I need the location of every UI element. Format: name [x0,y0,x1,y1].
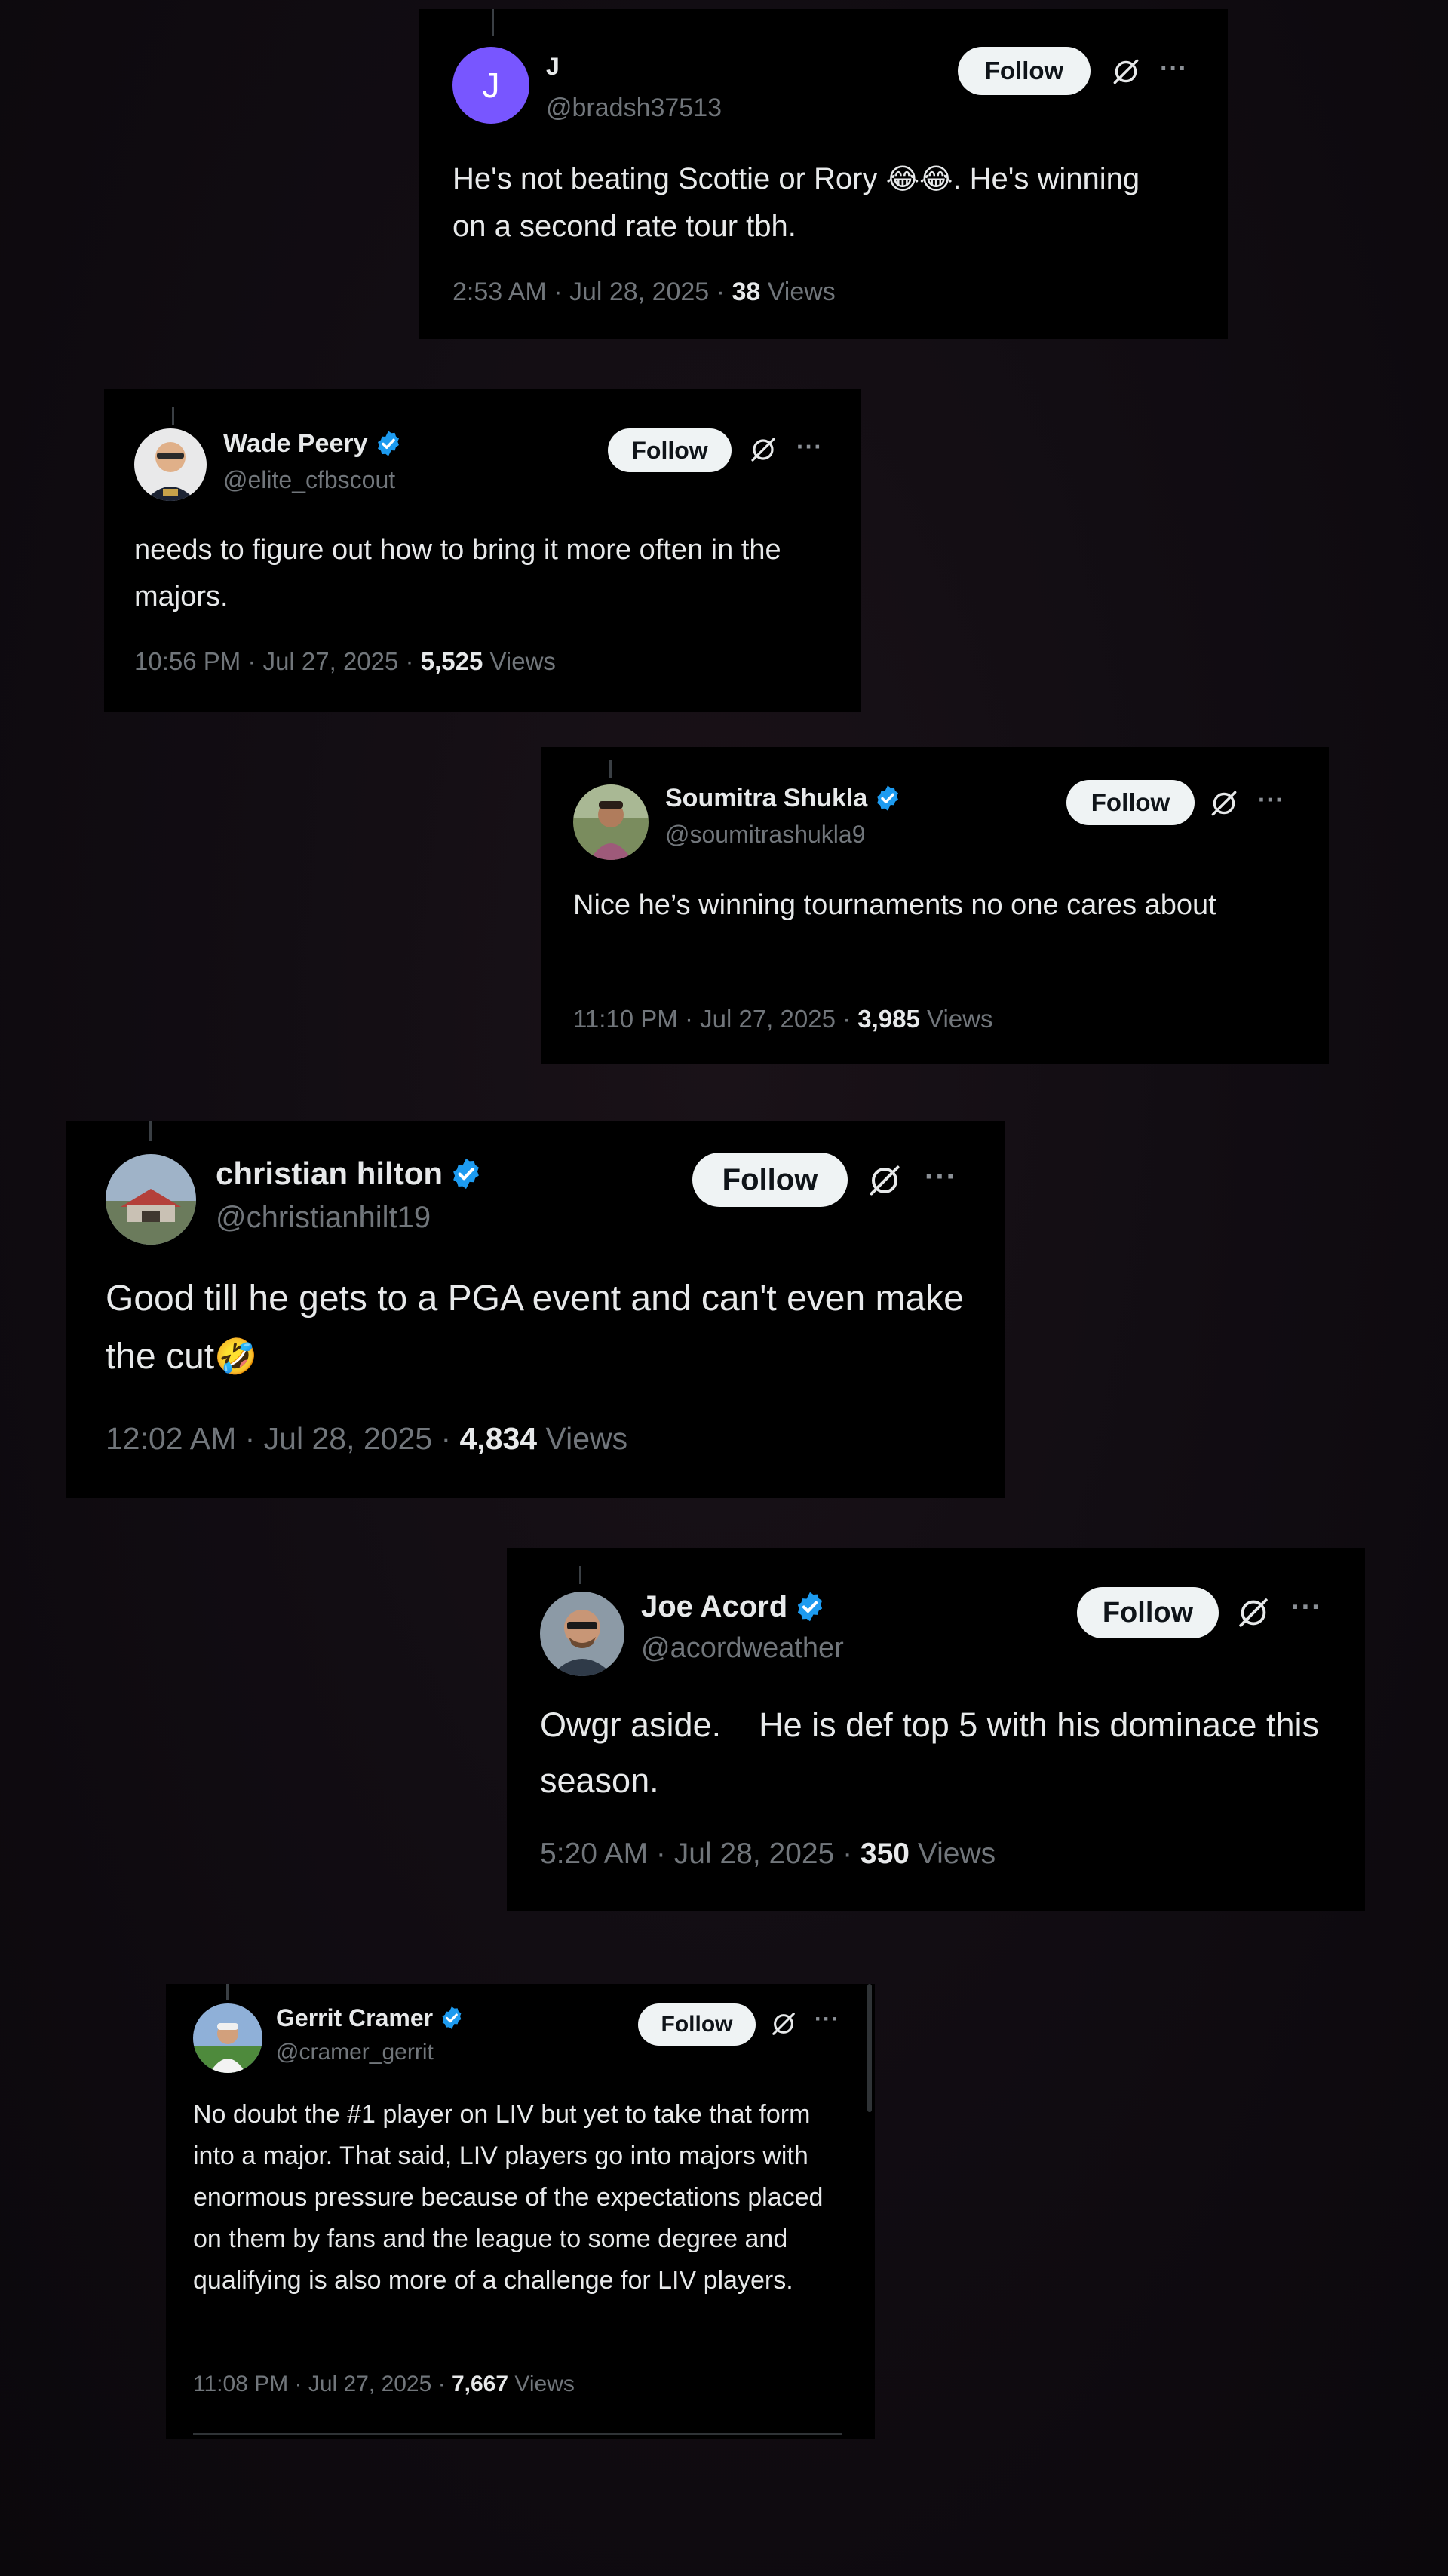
grok-icon[interactable] [866,1162,903,1199]
grok-icon[interactable] [1208,788,1240,819]
views-count: 5,525 [420,647,483,675]
avatar[interactable] [540,1592,624,1676]
verified-badge-icon [793,1590,827,1623]
avatar[interactable] [573,784,649,860]
follow-button[interactable]: Follow [1066,780,1195,825]
scrollbar-thumb[interactable] [867,1984,872,2112]
views-label: Views [483,647,556,675]
follow-button[interactable]: Follow [638,2003,756,2046]
thread-line [172,407,174,425]
author-name-row: Wade Peery [223,428,403,459]
avatar-letter: J [482,66,500,105]
author-handle[interactable]: @elite_cfbscout [223,466,395,494]
avatar[interactable] [193,2003,262,2073]
timestamp[interactable]: 10:56 PM · Jul 27, 2025 · [134,647,421,675]
avatar[interactable] [134,428,207,501]
rofl-emoji: 🤣 [214,1337,258,1376]
tweet-meta: 10:56 PM · Jul 27, 2025 · 5,525 Views [134,647,556,676]
views-label: Views [537,1421,628,1456]
grok-icon[interactable] [769,2010,798,2038]
avatar[interactable]: J [452,47,529,124]
author-handle[interactable]: @soumitrashukla9 [665,821,865,849]
tweet-meta: 2:53 AM · Jul 28, 2025 · 38 Views [452,278,836,307]
tweet-card[interactable]: Gerrit Cramer @cramer_gerrit Follow ··· … [166,1984,875,2439]
views-label: Views [909,1838,996,1870]
tweet-text: He's not beating Scottie or Rory 😂😂. He'… [452,155,1176,250]
verified-badge-icon [873,784,902,812]
author-handle[interactable]: @acordweather [641,1632,844,1665]
tweet-card[interactable]: J J @bradsh37513 Follow ··· He's not bea… [419,9,1228,339]
author-name-row: Soumitra Shukla [665,783,902,813]
grok-icon[interactable] [1110,56,1142,88]
tweet-text: No doubt the #1 player on LIV but yet to… [193,2100,824,2295]
views-count: 3,985 [857,1005,920,1033]
views-label: Views [508,2372,575,2396]
tweet-text: Good till he gets to a PGA event and can… [106,1270,965,1386]
views-label: Views [919,1005,993,1033]
tweet-text: Owgr aside. He is def top 5 with his dom… [540,1706,1329,1800]
timestamp[interactable]: 11:10 PM · Jul 27, 2025 · [573,1005,857,1033]
views-count: 38 [732,278,761,306]
views-count: 4,834 [459,1421,538,1456]
verified-badge-icon [439,2005,465,2031]
author-name[interactable]: Gerrit Cramer [276,2004,433,2032]
author-name-row: J [546,51,560,81]
author-name[interactable]: christian hilton [216,1156,443,1192]
tweet-meta: 11:10 PM · Jul 27, 2025 · 3,985 Views [573,1005,992,1033]
laughing-emoji: 😂😂 [885,164,953,195]
more-options-icon[interactable]: ··· [925,1160,957,1194]
author-name-row: Joe Acord [641,1589,827,1625]
tweet-text: needs to figure out how to bring it more… [134,534,781,613]
tweet-meta: 12:02 AM · Jul 28, 2025 · 4,834 Views [106,1421,627,1457]
verified-badge-icon [374,429,403,458]
author-name[interactable]: Joe Acord [641,1590,787,1624]
author-handle[interactable]: @cramer_gerrit [276,2040,434,2065]
follow-button[interactable]: Follow [1077,1587,1219,1638]
author-name[interactable]: Soumitra Shukla [665,784,867,813]
tweet-meta: 11:08 PM · Jul 27, 2025 · 7,667 Views [193,2372,575,2397]
author-name-row: christian hilton [216,1154,483,1193]
tweet-card[interactable]: Soumitra Shukla @soumitrashukla9 Follow … [541,747,1329,1064]
avatar[interactable] [106,1154,196,1245]
divider [193,2433,842,2435]
timestamp[interactable]: 12:02 AM · Jul 28, 2025 · [106,1421,460,1456]
more-options-icon[interactable]: ··· [1160,54,1188,84]
author-handle[interactable]: @christianhilt19 [216,1201,431,1235]
follow-button[interactable]: Follow [692,1153,848,1207]
views-count: 7,667 [451,2372,509,2396]
verified-badge-icon [449,1156,483,1191]
follow-button[interactable]: Follow [958,47,1091,95]
tweet-meta: 5:20 AM · Jul 28, 2025 · 350 Views [540,1838,996,1871]
views-count: 350 [860,1838,910,1870]
thread-line [579,1566,581,1584]
tweet-text: Nice he’s winning tournaments no one car… [573,889,1216,921]
thread-line [609,760,612,778]
tweet-card[interactable]: Wade Peery @elite_cfbscout Follow ··· ne… [104,389,861,712]
more-options-icon[interactable]: ··· [1291,1592,1322,1624]
more-options-icon[interactable]: ··· [796,433,823,461]
more-options-icon[interactable]: ··· [1258,786,1284,814]
tweet-card[interactable]: Joe Acord @acordweather Follow ··· Owgr … [507,1548,1365,1911]
author-name-row: Gerrit Cramer [276,2003,465,2032]
views-label: Views [760,278,836,306]
author-name[interactable]: Wade Peery [223,429,368,459]
thread-line [149,1121,152,1141]
more-options-icon[interactable]: ··· [814,2006,839,2032]
tweet-card[interactable]: christian hilton @christianhilt19 Follow… [66,1121,1005,1498]
author-name[interactable]: J [546,53,560,81]
thread-line [226,1984,229,2000]
thread-line [492,9,494,36]
timestamp[interactable]: 5:20 AM · Jul 28, 2025 · [540,1838,861,1870]
tweet-text-part: He's not beating Scottie or Rory [452,162,886,195]
timestamp[interactable]: 2:53 AM · Jul 28, 2025 · [452,278,732,306]
follow-button[interactable]: Follow [608,428,732,472]
grok-icon[interactable] [748,434,778,465]
grok-icon[interactable] [1235,1595,1272,1631]
timestamp[interactable]: 11:08 PM · Jul 27, 2025 · [193,2372,452,2396]
author-handle[interactable]: @bradsh37513 [546,94,722,123]
